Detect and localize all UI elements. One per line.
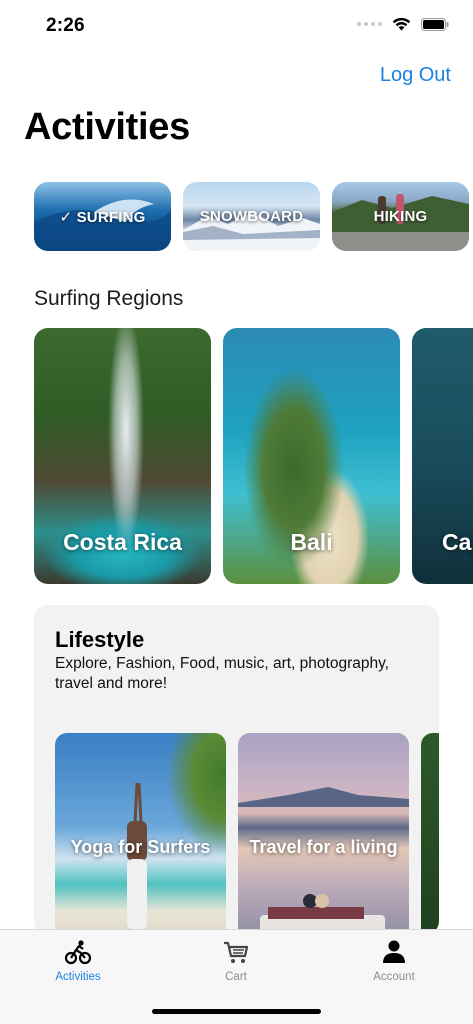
cyclist-icon bbox=[64, 940, 92, 965]
tab-label: Account bbox=[373, 971, 415, 983]
lifestyle-section: Lifestyle Explore, Fashion, Food, music,… bbox=[34, 605, 439, 935]
person-icon bbox=[383, 940, 405, 963]
logout-button[interactable]: Log Out bbox=[380, 64, 451, 87]
lifestyle-label: Travel for a living bbox=[249, 837, 398, 857]
status-time: 2:26 bbox=[46, 15, 85, 36]
activity-chip-hiking[interactable]: HIKING bbox=[332, 182, 469, 251]
chip-label: HIKING bbox=[373, 208, 428, 225]
region-label: Bali bbox=[290, 529, 333, 555]
chip-label: SNOWBOARD bbox=[199, 208, 304, 225]
tab-label: Activities bbox=[55, 971, 101, 983]
activity-chip-row: ✓ SURFING SNOWBOARD HIKING bbox=[34, 182, 469, 251]
region-card-costa-rica[interactable]: Costa Rica bbox=[34, 328, 211, 584]
lifestyle-description: Explore, Fashion, Food, music, art, phot… bbox=[55, 655, 389, 692]
travel-photo bbox=[238, 787, 409, 935]
tab-label: Cart bbox=[225, 971, 247, 983]
wifi-icon bbox=[392, 17, 411, 31]
chip-label: ✓ SURFING bbox=[59, 208, 146, 226]
tab-activities[interactable]: Activities bbox=[18, 938, 138, 983]
status-icons bbox=[357, 17, 449, 31]
tab-account[interactable]: Account bbox=[334, 938, 454, 983]
lifestyle-card-next[interactable] bbox=[421, 733, 439, 935]
lifestyle-card-yoga[interactable]: Yoga for Surfers bbox=[55, 733, 226, 935]
tab-cart[interactable]: Cart bbox=[176, 938, 296, 983]
activity-chip-surfing[interactable]: ✓ SURFING bbox=[34, 182, 171, 251]
status-bar: 2:26 bbox=[0, 0, 473, 52]
lifestyle-carousel[interactable]: Yoga for Surfers Travel for a living bbox=[55, 733, 439, 935]
lifestyle-label: Yoga for Surfers bbox=[70, 837, 211, 857]
activity-chip-snowboard[interactable]: SNOWBOARD bbox=[183, 182, 320, 251]
cart-icon bbox=[224, 941, 249, 963]
page-title: Activities bbox=[24, 106, 190, 148]
region-label: Costa Rica bbox=[63, 529, 182, 555]
home-indicator[interactable] bbox=[152, 1009, 321, 1014]
yoga-figure-photo bbox=[127, 782, 147, 929]
lifestyle-card-travel[interactable]: Travel for a living bbox=[238, 733, 409, 935]
regions-carousel[interactable]: Costa Rica Bali Cap bbox=[34, 328, 473, 584]
region-label: Cap bbox=[442, 529, 473, 555]
region-card-bali[interactable]: Bali bbox=[223, 328, 400, 584]
surfing-regions-heading: Surfing Regions bbox=[34, 287, 184, 310]
lifestyle-title: Lifestyle bbox=[55, 627, 145, 652]
region-card-cap[interactable]: Cap bbox=[412, 328, 473, 584]
cellular-signal-icon bbox=[357, 22, 382, 26]
battery-icon bbox=[421, 17, 449, 31]
